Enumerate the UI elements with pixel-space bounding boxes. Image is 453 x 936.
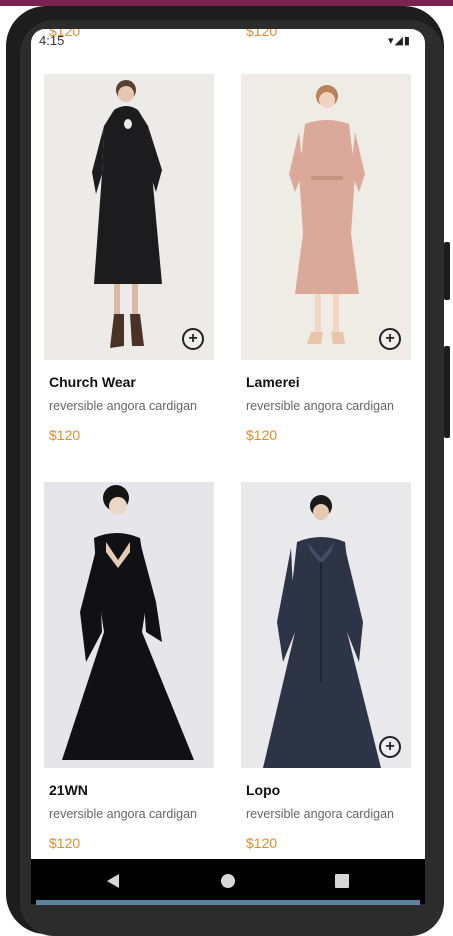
volume-button bbox=[444, 242, 450, 300]
recents-square-icon[interactable] bbox=[334, 873, 350, 889]
product-price: $120 bbox=[246, 835, 278, 851]
status-time: 4:15 bbox=[39, 33, 65, 48]
product-card[interactable]: 21WN reversible angora cardigan $120 bbox=[44, 482, 216, 851]
status-icons: ▾◢▮ bbox=[387, 35, 411, 47]
status-bar: 4:15 ▾◢▮ bbox=[31, 29, 425, 51]
product-image[interactable] bbox=[44, 482, 214, 768]
product-image[interactable]: + bbox=[44, 74, 214, 360]
product-description: reversible angora cardigan bbox=[246, 399, 395, 413]
product-name: 21WN bbox=[49, 782, 88, 798]
product-image[interactable]: + bbox=[241, 482, 411, 768]
product-price: $120 bbox=[49, 427, 81, 443]
product-name: Church Wear bbox=[49, 374, 136, 390]
home-circle-icon[interactable] bbox=[220, 873, 236, 889]
product-image[interactable]: + bbox=[241, 74, 411, 360]
product-name: Lamerei bbox=[246, 374, 300, 390]
product-card[interactable]: + Church Wear reversible angora cardigan… bbox=[44, 74, 216, 443]
product-description: reversible angora cardigan bbox=[246, 807, 395, 821]
add-to-cart-icon[interactable]: + bbox=[379, 328, 401, 350]
back-triangle-icon[interactable] bbox=[105, 873, 121, 889]
app-screen: $120 $120 4:15 ▾◢▮ + Church Wear reversi… bbox=[31, 29, 425, 904]
product-description: reversible angora cardigan bbox=[49, 399, 198, 413]
product-price: $120 bbox=[246, 427, 278, 443]
product-description: reversible angora cardigan bbox=[49, 807, 198, 821]
add-to-cart-icon[interactable]: + bbox=[379, 736, 401, 758]
product-card[interactable]: + Lamerei reversible angora cardigan $12… bbox=[241, 74, 413, 443]
product-name: Lopo bbox=[246, 782, 281, 798]
android-nav-bar bbox=[31, 859, 425, 904]
product-card[interactable]: + Lopo reversible angora cardigan $120 bbox=[241, 482, 413, 851]
product-price: $120 bbox=[49, 835, 81, 851]
add-to-cart-icon[interactable]: + bbox=[182, 328, 204, 350]
bottom-edge bbox=[36, 900, 420, 905]
power-button bbox=[444, 346, 450, 438]
